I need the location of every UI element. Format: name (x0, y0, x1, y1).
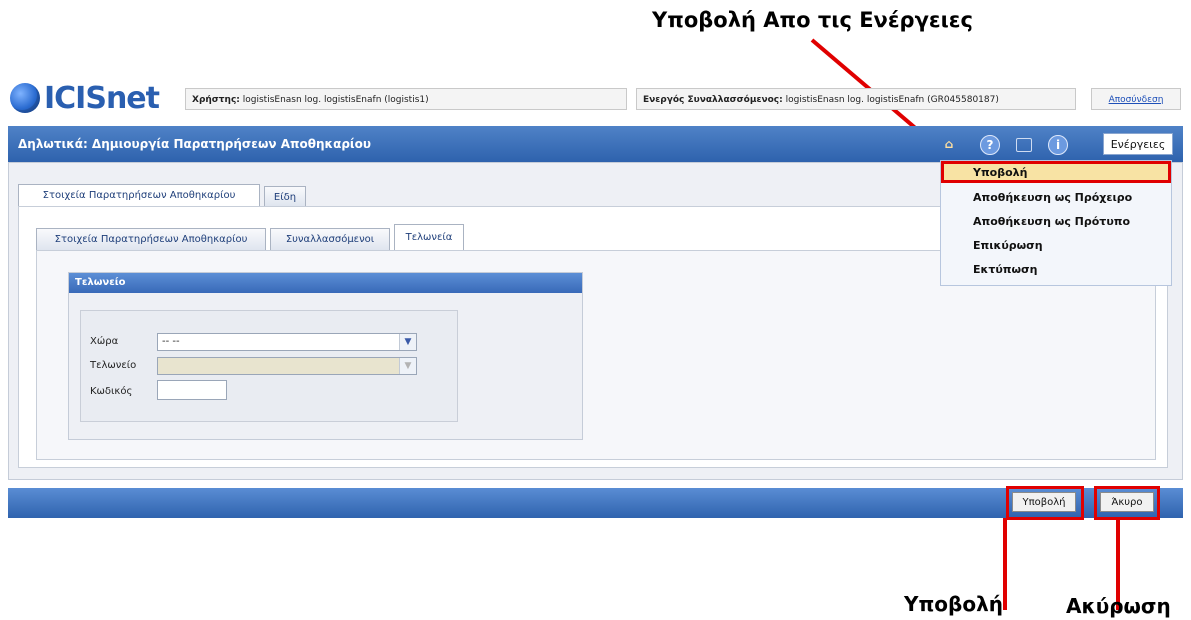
actions-menu: Υποβολή Αποθήκευση ως Πρόχειρο Αποθήκευσ… (940, 160, 1172, 286)
page-title: Δηλωτικά: Δημιουργία Παρατηρήσεων Αποθηκ… (18, 137, 371, 151)
home-icon[interactable]: ⌂ (940, 135, 958, 153)
chevron-down-icon: ▼ (399, 358, 416, 374)
help-icon[interactable]: ? (980, 135, 1000, 155)
chevron-down-icon: ▼ (399, 334, 416, 350)
actions-button[interactable]: Ενέργειες (1103, 133, 1173, 155)
menu-item-submit[interactable]: Υποβολή (973, 166, 1027, 179)
tab-items[interactable]: Είδη (264, 186, 306, 206)
globe-icon (10, 83, 40, 113)
annotation-submit: Υποβολή (904, 592, 1003, 616)
window-icon[interactable] (1016, 138, 1032, 152)
highlight-cancel (1094, 486, 1160, 520)
annotation-line-submit (1003, 518, 1007, 610)
code-label: Κωδικός (90, 386, 133, 397)
code-input[interactable] (157, 380, 227, 400)
page-titlebar: Δηλωτικά: Δημιουργία Παρατηρήσεων Αποθηκ… (8, 126, 1183, 162)
country-select[interactable]: -- -- ▼ (157, 333, 417, 351)
tab-inner-parties[interactable]: Συναλλασσόμενοι (270, 228, 390, 250)
user-label: Χρήστης: (192, 95, 240, 105)
icisnet-logo: ICISnet (10, 80, 160, 116)
operator-value: logistisEnasn log. logistisEnafn (GR0455… (785, 95, 999, 105)
country-label: Χώρα (90, 336, 119, 347)
operator-label: Ενεργός Συναλλασσόμενος: (643, 95, 783, 105)
section-header: Τελωνείο (69, 273, 582, 293)
logout-link[interactable]: Αποσύνδεση (1091, 88, 1181, 110)
logo-text: ICISnet (44, 80, 160, 116)
tab-warehouse-notes[interactable]: Στοιχεία Παρατηρήσεων Αποθηκαρίου (18, 184, 260, 206)
user-info: Χρήστης: logistisEnasn log. logistisEnaf… (185, 88, 627, 110)
customs-select[interactable]: ▼ (157, 357, 417, 375)
menu-item-validate[interactable]: Επικύρωση (973, 239, 1043, 252)
operator-info: Ενεργός Συναλλασσόμενος: logistisEnasn l… (636, 88, 1076, 110)
info-icon[interactable]: i (1048, 135, 1068, 155)
menu-item-save-draft[interactable]: Αποθήκευση ως Πρόχειρο (973, 191, 1132, 204)
tab-inner-customs[interactable]: Τελωνεία (394, 224, 464, 250)
tab-inner-warehouse-notes[interactable]: Στοιχεία Παρατηρήσεων Αποθηκαρίου (36, 228, 266, 250)
user-value: logistisEnasn log. logistisEnafn (logist… (242, 95, 429, 105)
country-select-value: -- -- (162, 336, 180, 347)
menu-item-save-template[interactable]: Αποθήκευση ως Πρότυπο (973, 215, 1130, 228)
highlight-submit (1006, 486, 1084, 520)
annotation-cancel: Ακύρωση (1066, 594, 1171, 618)
menu-item-print[interactable]: Εκτύπωση (973, 263, 1037, 276)
customs-label: Τελωνείο (90, 360, 137, 371)
section-title: Τελωνείο (75, 277, 126, 288)
